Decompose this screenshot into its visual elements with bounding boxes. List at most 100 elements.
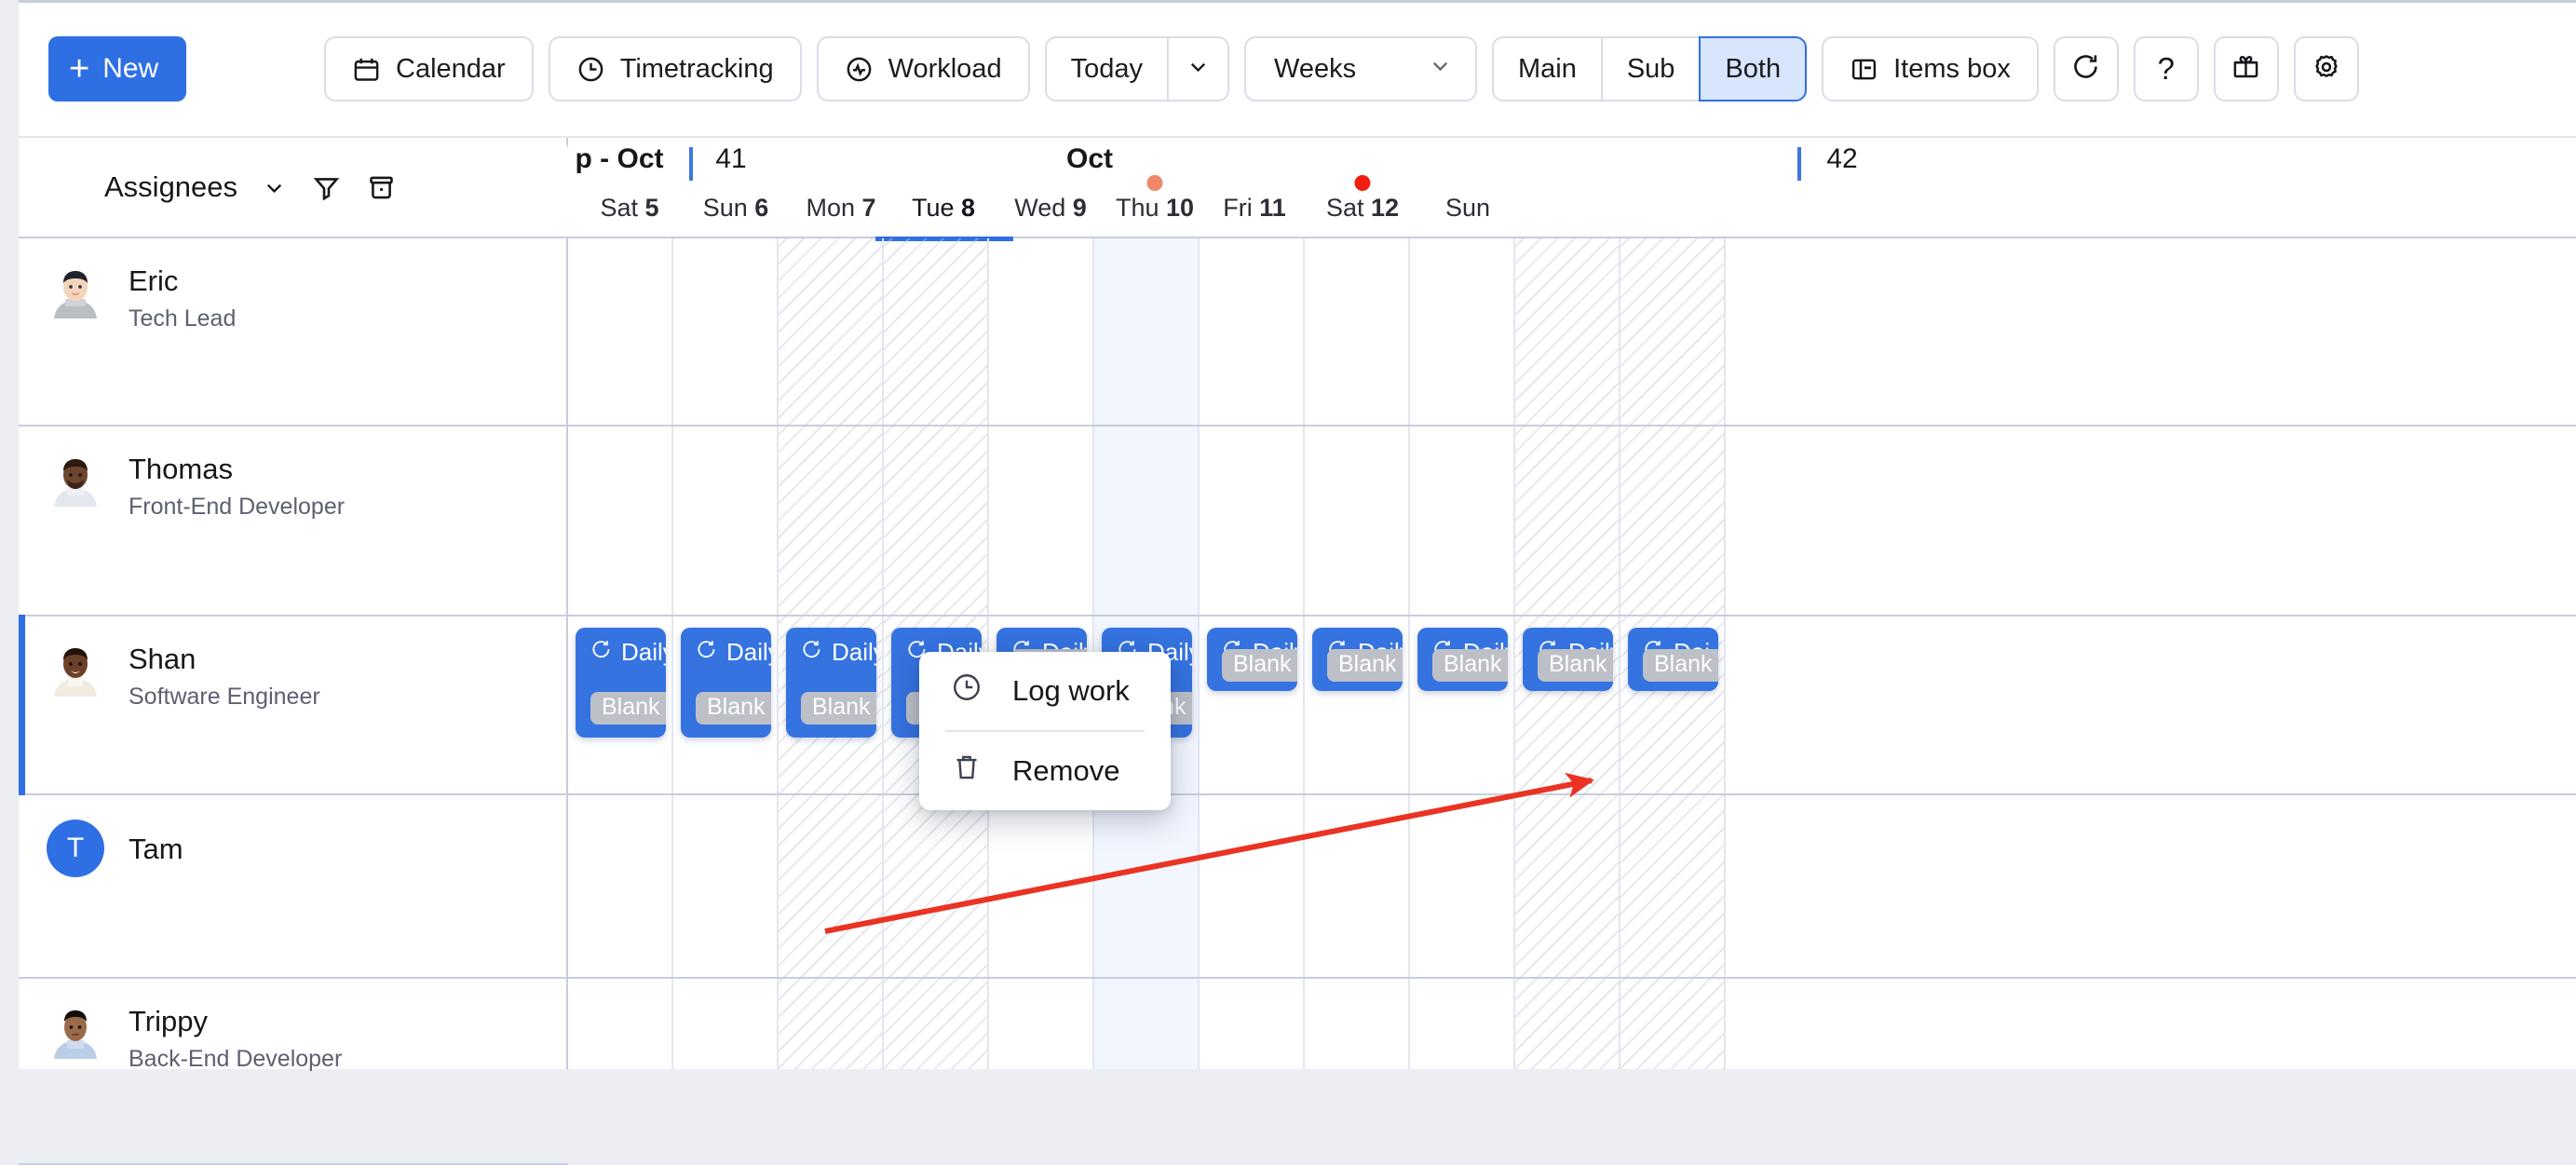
context-menu-remove[interactable]: Remove: [919, 732, 1171, 810]
assignee-row-tam[interactable]: T Tam: [19, 795, 568, 979]
avatar: [47, 641, 104, 698]
task-chip[interactable]: Daily M... Blank: [786, 628, 876, 738]
whats-new-button[interactable]: [2214, 36, 2279, 102]
day-num: 11: [1259, 194, 1286, 222]
day-header[interactable]: Sat 5: [600, 194, 658, 238]
view-buttons-group: Calendar Timetracking: [324, 36, 2359, 102]
scope-sub-button[interactable]: Sub: [1601, 36, 1702, 102]
assignees-panel: Assignees: [19, 138, 568, 1069]
day-header[interactable]: Thu 10: [1116, 194, 1194, 238]
week-separator: [1797, 147, 1801, 181]
assignee-row-trippy[interactable]: Trippy Back-End Developer: [19, 979, 568, 1165]
task-chip[interactable]: Daily M... Blank 4h/d: [1312, 628, 1403, 691]
today-button[interactable]: Today: [1045, 36, 1168, 102]
today-label: Today: [1071, 54, 1143, 85]
today-dropdown-button[interactable]: [1168, 36, 1229, 102]
assignee-name: Shan: [129, 643, 320, 677]
assignee-info: Tam: [129, 820, 183, 867]
zoom-level-label: Weeks: [1274, 54, 1356, 85]
items-box-button[interactable]: Items box: [1822, 36, 2039, 102]
task-footer: Blank: [1643, 649, 1705, 682]
assignee-row-thomas[interactable]: Thomas Front-End Developer: [19, 427, 568, 616]
settings-button[interactable]: [2294, 36, 2359, 102]
recurring-clock-icon: [590, 638, 612, 667]
archive-box-icon[interactable]: [366, 172, 397, 203]
day-header[interactable]: Wed 9: [1014, 194, 1087, 238]
items-box-label: Items box: [1893, 54, 2011, 85]
task-chip[interactable]: Daily M... Blank 8h/d: [576, 628, 666, 738]
day-header-today[interactable]: Tue 8: [912, 194, 975, 238]
task-title: Daily M...: [590, 638, 657, 667]
task-chip[interactable]: Daily M... Blank: [1523, 628, 1613, 691]
assignee-role: Front-End Developer: [129, 494, 345, 521]
task-footer: Blank 8h/d: [590, 692, 653, 725]
scope-both-button[interactable]: Both: [1699, 36, 1807, 102]
plus-icon: +: [69, 51, 89, 87]
day-header[interactable]: Mon 7: [806, 194, 875, 238]
main-card: + New Calendar: [19, 0, 2576, 1069]
task-tag: Blank: [1327, 649, 1403, 682]
day-dow: Fri: [1223, 194, 1252, 222]
day-num: 9: [1073, 194, 1087, 222]
day-indicator-dot: [1355, 175, 1371, 191]
workload-view-button[interactable]: Workload: [817, 36, 1030, 102]
timetracking-view-button[interactable]: Timetracking: [549, 36, 802, 102]
assignee-info: Shan Software Engineer: [129, 641, 320, 711]
day-num: 8: [961, 194, 975, 222]
task-tag: Blank: [590, 692, 666, 725]
day-header[interactable]: Sun: [1445, 194, 1490, 238]
trash-icon: [951, 752, 983, 791]
context-menu-remove-label: Remove: [1012, 754, 1119, 788]
assignee-row-shan[interactable]: Shan Software Engineer: [19, 616, 568, 795]
assignee-row-eric[interactable]: Eric Tech Lead: [19, 238, 568, 427]
task-footer: Blank 4h/d: [1222, 649, 1284, 682]
day-header[interactable]: Sat 12: [1326, 194, 1399, 238]
month-label: Oct: [1066, 143, 1113, 175]
assignee-name: Eric: [129, 264, 236, 299]
help-button[interactable]: ?: [2134, 36, 2199, 102]
day-dow: Tue: [912, 194, 955, 222]
filter-icon[interactable]: [311, 172, 342, 203]
recurring-clock-icon: [801, 638, 822, 667]
calendar-icon: [352, 55, 381, 84]
timeline-grid: M... 8h/d: [568, 238, 2576, 1069]
workload-body: Assignees: [19, 138, 2576, 1069]
task-chip[interactable]: Daily M... Blank 4h/d: [1207, 628, 1297, 691]
task-tag: Blank: [1222, 649, 1297, 682]
day-num: 5: [645, 194, 659, 222]
new-button-label: New: [102, 53, 158, 85]
day-header[interactable]: Fri 11: [1223, 194, 1286, 238]
zoom-level-select[interactable]: Weeks: [1244, 36, 1477, 102]
timeline-panel[interactable]: p - Oct 41 Oct 42 Thu 3: [568, 138, 2576, 1069]
chevron-down-icon[interactable]: [262, 175, 287, 200]
avatar: [47, 451, 104, 508]
task-title: Daily M...: [696, 638, 762, 667]
task-tag: Blank: [1538, 649, 1613, 682]
context-menu-log-work[interactable]: Log work: [919, 652, 1171, 730]
week-separator: [689, 147, 693, 181]
scope-main-button[interactable]: Main: [1492, 36, 1603, 102]
assignee-name: Trippy: [129, 1005, 342, 1039]
day-header[interactable]: Sun 6: [703, 194, 769, 238]
calendar-view-button[interactable]: Calendar: [324, 36, 534, 102]
assignee-role: Tech Lead: [129, 305, 236, 332]
task-footer: Blank: [1538, 649, 1600, 682]
day-dow: Sun: [703, 194, 748, 222]
task-chip[interactable]: Dai Blank: [1628, 628, 1718, 691]
day-dow: Sat: [600, 194, 638, 222]
assignee-rows: Eric Tech Lead: [19, 238, 568, 1069]
task-footer: Blank 8h/d: [696, 692, 758, 725]
clock-icon: [576, 55, 605, 84]
avatar: T: [47, 820, 104, 877]
refresh-button[interactable]: [2054, 36, 2119, 102]
task-footer: Blank: [801, 692, 863, 725]
new-button[interactable]: + New: [48, 36, 186, 102]
task-chip[interactable]: Daily M... Blank 4h/d: [1417, 628, 1508, 691]
day-dow: Sun: [1445, 194, 1490, 222]
task-chip[interactable]: Daily M... Blank 8h/d: [681, 628, 771, 738]
scope-segmented-control: Main Sub Both: [1492, 36, 1807, 102]
toolbar: + New Calendar: [19, 3, 2576, 138]
week-number: 42: [1826, 143, 1857, 175]
week-number: 41: [715, 143, 746, 175]
task-tag: Blank: [1643, 649, 1718, 682]
